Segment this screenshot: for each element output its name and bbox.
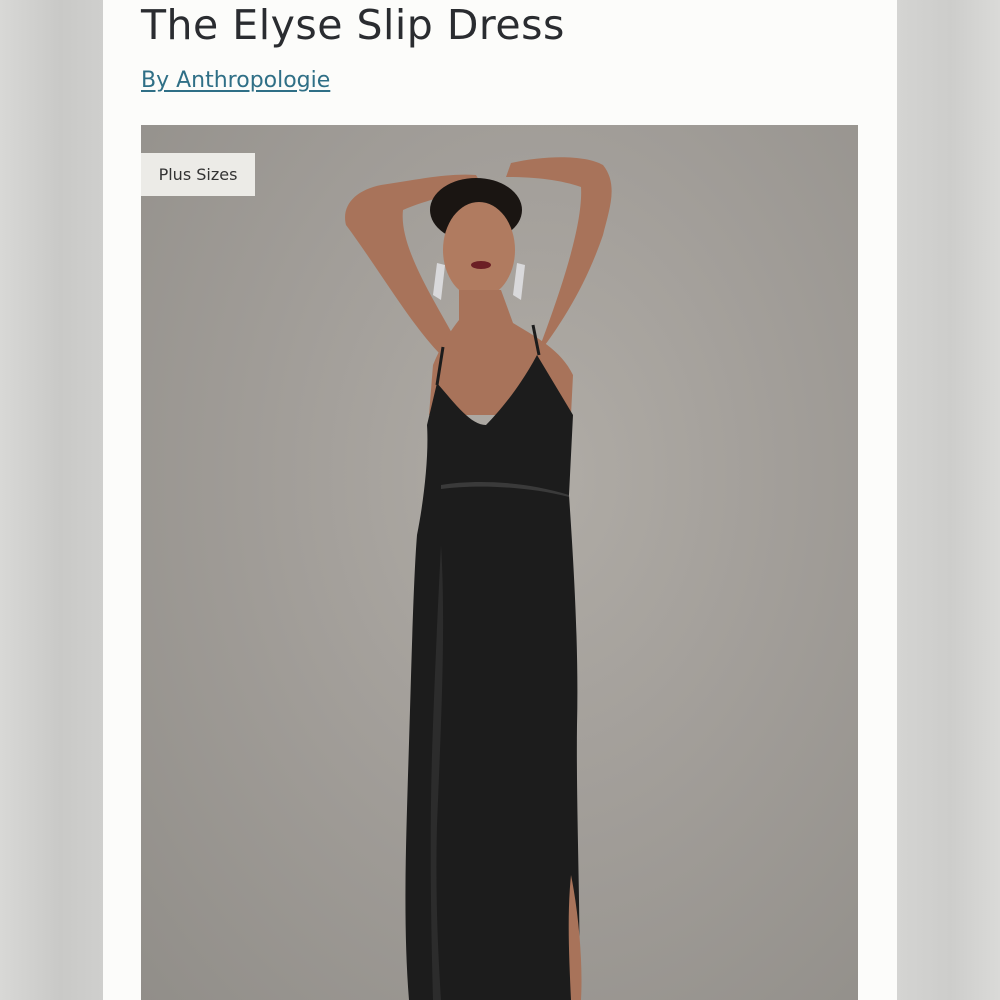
plus-sizes-badge: Plus Sizes	[141, 153, 255, 196]
head	[443, 202, 515, 298]
product-page: The Elyse Slip Dress By Anthropologie Pl…	[103, 0, 897, 1000]
brand-link[interactable]: By Anthropologie	[141, 66, 330, 96]
product-image[interactable]: Plus Sizes	[141, 125, 858, 1000]
lips	[471, 261, 491, 269]
left-earring	[433, 263, 445, 300]
model-in-dress-illustration	[345, 157, 612, 1000]
right-earring	[513, 263, 525, 300]
right-arm	[506, 157, 612, 357]
product-title: The Elyse Slip Dress	[141, 1, 565, 49]
